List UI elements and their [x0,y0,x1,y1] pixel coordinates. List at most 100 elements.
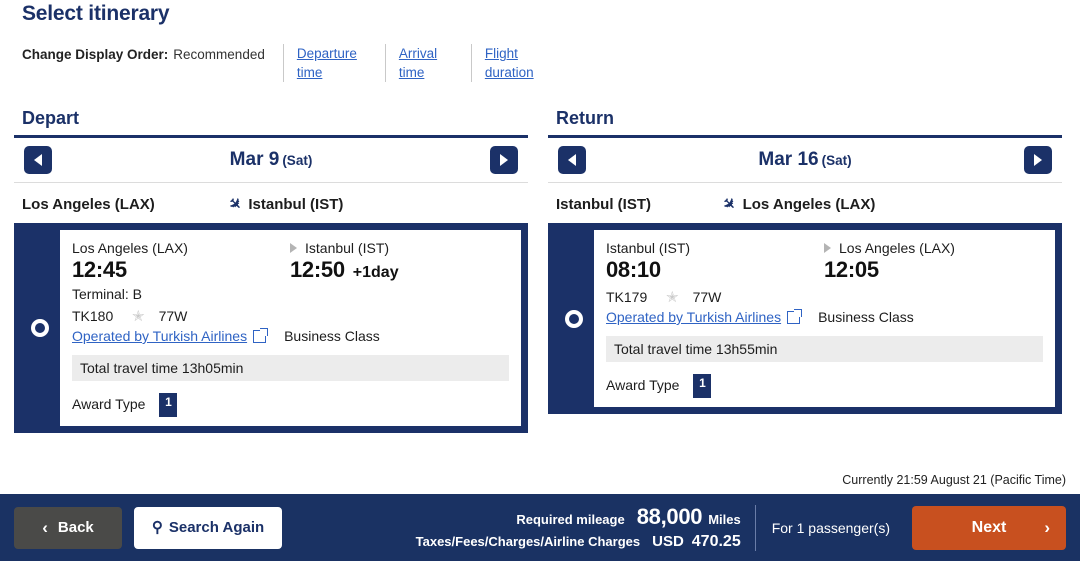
depart-operator-row: Operated by Turkish Airlines Business Cl… [72,327,509,344]
sort-option-line2: duration [484,65,534,80]
star-alliance-icon: ✭ [132,307,145,325]
airplane-icon: ✈ [224,193,246,215]
sort-option-line1: Arrival [398,46,438,61]
return-route-destination: Los Angeles (LAX) [742,195,876,213]
depart-award-type-label: Award Type [72,395,146,412]
return-route-destination-wrap: ✈ Los Angeles (LAX) [718,194,876,215]
return-arrival-time: 12:05 [824,257,879,282]
depart-route-destination-wrap: ✈ Istanbul (IST) [224,194,343,215]
return-column: Return Mar 16 (Sat) Istanbul (IST) ✈ Los … [548,108,1062,414]
depart-heading: Depart [22,108,80,128]
return-day-of-week: (Sat) [821,153,852,168]
return-cabin-class: Business Class [818,309,914,325]
back-button[interactable]: ‹ Back [14,506,122,549]
depart-route-origin: Los Angeles (LAX) [22,195,155,213]
depart-aircraft-type: 77W [158,308,188,324]
return-origin-city: Istanbul (IST) [606,240,691,256]
external-link-icon[interactable] [253,327,269,343]
sort-option-line1: Departure [296,46,357,61]
depart-flight-details: Los Angeles (LAX) Istanbul (IST) 12:45 1… [60,230,521,426]
return-flight-number: TK179 [606,289,648,305]
depart-column: Depart Mar 9 (Sat) Los Angeles (LAX) ✈ Is… [14,108,528,433]
depart-date: Mar 9 [229,149,280,170]
sort-by-departure-time[interactable]: Departure time [297,44,367,82]
star-alliance-icon: ✭ [666,288,679,306]
return-flight-card[interactable]: Istanbul (IST) Los Angeles (LAX) 08:10 1… [548,223,1062,414]
next-button-label: Next [971,518,1007,536]
depart-city-row: Los Angeles (LAX) Istanbul (IST) [72,240,509,256]
return-total-travel-time: Total travel time 13h55min [606,336,1043,362]
return-time-row: 08:10 12:05 [606,257,1043,283]
next-button[interactable]: Next › [912,505,1066,550]
required-mileage-row: Required mileage 88,000 Miles [416,504,740,530]
depart-day-offset: +1day [352,264,399,281]
return-operated-by-link[interactable]: Operated by Turkish Airlines [606,309,781,325]
depart-cabin-class: Business Class [284,328,380,344]
search-again-label: Search Again [168,519,265,536]
return-award-row: Award Type 1 [606,374,1043,395]
triangle-right-icon [500,154,508,166]
return-flight-details: Istanbul (IST) Los Angeles (LAX) 08:10 1… [594,230,1055,407]
external-link-icon[interactable] [787,308,803,324]
fare-summary: Required mileage 88,000 Miles Taxes/Fees… [416,504,755,551]
required-mileage-label: Required mileage [516,512,625,527]
divider [384,44,386,82]
airplane-icon: ✈ [718,193,740,215]
depart-flight-card[interactable]: Los Angeles (LAX) Istanbul (IST) 12:45 1… [14,223,528,433]
return-award-type-label: Award Type [606,376,680,393]
triangle-right-icon [824,243,831,253]
current-time-stamp: Currently 21:59 August 21 (Pacific Time) [842,473,1066,487]
divider [470,44,472,82]
return-date: Mar 16 [758,149,819,170]
triangle-left-icon [568,154,576,166]
depart-day-of-week: (Sat) [282,153,313,168]
depart-destination-city: Istanbul (IST) [305,240,390,256]
depart-flight-number: TK180 [72,308,114,324]
taxes-row: Taxes/Fees/Charges/Airline Charges USD 4… [416,533,741,551]
depart-prev-day-button[interactable] [24,146,52,174]
sort-option-line2: time [296,65,323,80]
divider [282,44,284,82]
depart-destination-wrap: Istanbul (IST) [290,240,389,256]
return-flight-number-row: TK179 ✭ 77W [606,289,1043,305]
return-destination-wrap: Los Angeles (LAX) [824,240,955,256]
search-again-button[interactable]: ⚲ Search Again [134,506,282,549]
back-button-label: Back [57,519,94,536]
return-route: Istanbul (IST) ✈ Los Angeles (LAX) [548,183,1062,223]
return-flight-radio[interactable] [565,309,583,328]
sort-option-line2: time [398,65,425,80]
page-title: Select itinerary [22,2,170,25]
return-next-day-button[interactable] [1024,146,1052,174]
return-prev-day-button[interactable] [558,146,586,174]
sort-bar: Change Display Order: Recommended Depart… [22,44,555,82]
depart-operated-by-link[interactable]: Operated by Turkish Airlines [72,328,247,344]
search-icon: ⚲ [151,519,163,536]
return-award-type-badge[interactable]: 1 [693,374,712,395]
depart-origin-city: Los Angeles (LAX) [72,240,188,256]
chevron-right-icon: › [1044,517,1050,537]
triangle-right-icon [290,243,297,253]
taxes-currency: USD [652,533,684,550]
required-mileage-value: 88,000 [636,504,703,529]
depart-date-navigator: Mar 9 (Sat) [14,138,528,183]
depart-award-type-badge[interactable]: 1 [159,393,178,414]
sort-order-label: Change Display Order: [22,47,169,62]
depart-next-day-button[interactable] [490,146,518,174]
depart-route: Los Angeles (LAX) ✈ Istanbul (IST) [14,183,528,223]
triangle-left-icon [34,154,42,166]
taxes-amount: 470.25 [691,533,741,550]
return-city-row: Istanbul (IST) Los Angeles (LAX) [606,240,1043,256]
depart-departure-time: 12:45 [72,257,127,282]
depart-time-row: 12:45 12:50 +1day [72,257,509,283]
sort-by-arrival-time[interactable]: Arrival time [399,44,453,82]
depart-terminal: Terminal: B [72,286,143,302]
depart-date-display: Mar 9 (Sat) [230,149,313,171]
return-aircraft-type: 77W [692,289,722,305]
return-heading: Return [556,108,614,128]
select-itinerary-page: Select itinerary Change Display Order: R… [0,0,1080,561]
return-operator-row: Operated by Turkish Airlines Business Cl… [606,308,1043,325]
depart-flight-number-row: TK180 ✭ 77W [72,308,509,324]
depart-flight-radio[interactable] [31,319,49,337]
passenger-count: For 1 passenger(s) [771,519,890,536]
sort-by-flight-duration[interactable]: Flight duration [485,44,555,82]
